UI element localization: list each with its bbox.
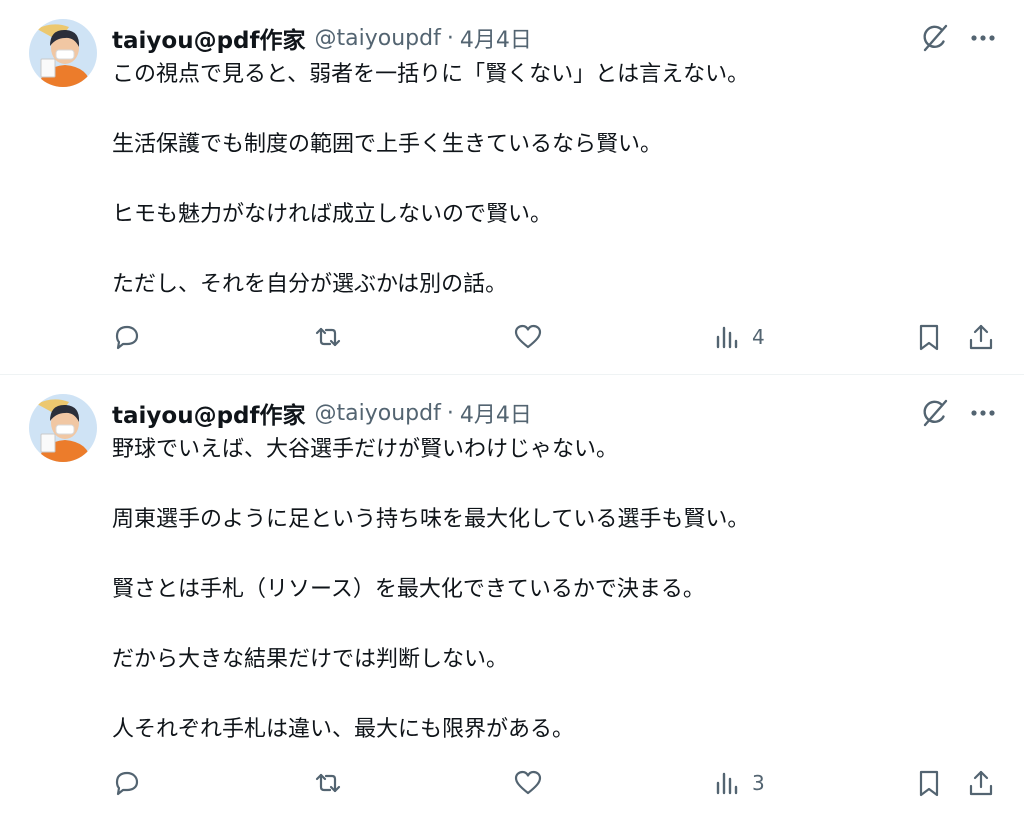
- bookmark-button[interactable]: [913, 766, 945, 800]
- tweet-line: 人それぞれ手札は違い、最大にも限界がある。: [112, 717, 575, 742]
- bookmark-icon: [919, 770, 939, 797]
- more-icon[interactable]: [966, 397, 1000, 429]
- share-icon: [969, 770, 993, 796]
- tweet-line: 野球でいえば、大谷選手だけが賢いわけじゃない。: [112, 437, 619, 462]
- bookmark-button[interactable]: [913, 320, 945, 354]
- repost-button[interactable]: [311, 320, 345, 354]
- avatar[interactable]: [29, 394, 97, 462]
- tweet-text: 野球でいえば、大谷選手だけが賢いわけじゃない。 周東選手のように足という持ち味を…: [112, 432, 992, 747]
- share-icon: [969, 324, 993, 350]
- views-button[interactable]: 4: [714, 320, 765, 354]
- tweet[interactable]: taiyou@pdf作家 @taiyoupdf · 4月4日 野球でいえば、大谷…: [0, 375, 1024, 825]
- tweet-line-blank: [112, 232, 992, 267]
- tweet-line: だから大きな結果だけでは判断しない。: [112, 647, 509, 672]
- tweet-line: ヒモも魅力がなければ成立しないので賢い。: [112, 202, 553, 227]
- tweet-line: 賢さとは手札（リソース）を最大化できているかで決まる。: [112, 577, 705, 602]
- like-icon: [514, 770, 542, 795]
- repost-button[interactable]: [311, 766, 345, 800]
- post-date[interactable]: 4月4日: [460, 397, 532, 429]
- views-icon: [716, 772, 738, 795]
- tweet-line: 周東選手のように足という持ち味を最大化している選手も賢い。: [112, 507, 750, 532]
- like-button[interactable]: [512, 766, 544, 800]
- repost-icon: [315, 327, 341, 347]
- tweet-line-blank: [112, 537, 992, 572]
- avatar[interactable]: [29, 19, 97, 87]
- reply-button[interactable]: [110, 766, 142, 800]
- author-name[interactable]: taiyou@pdf作家: [112, 21, 306, 55]
- tweet-line: ただし、それを自分が選ぶかは別の話。: [112, 272, 508, 297]
- more-icon[interactable]: [966, 22, 1000, 54]
- like-icon: [514, 324, 542, 349]
- tweet-line-blank: [112, 92, 992, 127]
- reply-button[interactable]: [110, 320, 142, 354]
- grok-icon[interactable]: [919, 22, 951, 54]
- tweet-line: 生活保護でも制度の範囲で上手く生きているなら賢い。: [112, 132, 663, 157]
- bookmark-icon: [919, 324, 939, 351]
- share-button[interactable]: [965, 320, 997, 354]
- tweet-line-blank: [112, 162, 992, 197]
- reply-icon: [115, 771, 139, 796]
- share-button[interactable]: [965, 766, 997, 800]
- views-icon: [716, 326, 738, 349]
- views-button[interactable]: 3: [714, 766, 765, 800]
- like-button[interactable]: [512, 320, 544, 354]
- tweet-text: この視点で見ると、弱者を一括りに「賢くない」とは言えない。 生活保護でも制度の範…: [112, 57, 992, 302]
- grok-icon[interactable]: [919, 397, 951, 429]
- reply-icon: [115, 325, 139, 350]
- post-date[interactable]: 4月4日: [460, 22, 532, 54]
- repost-icon: [315, 773, 341, 793]
- tweet-line-blank: [112, 467, 992, 502]
- tweet-line: この視点で見ると、弱者を一括りに「賢くない」とは言えない。: [112, 62, 750, 87]
- views-count: 4: [752, 325, 765, 349]
- separator-dot: ·: [446, 25, 454, 51]
- tweet[interactable]: taiyou@pdf作家 @taiyoupdf · 4月4日 この視点で見ると、…: [0, 0, 1024, 375]
- author-handle[interactable]: @taiyoupdf: [315, 401, 441, 426]
- tweet-line-blank: [112, 677, 992, 712]
- separator-dot: ·: [446, 400, 454, 426]
- author-handle[interactable]: @taiyoupdf: [315, 26, 441, 51]
- views-count: 3: [752, 771, 765, 795]
- author-name[interactable]: taiyou@pdf作家: [112, 396, 306, 430]
- tweet-line-blank: [112, 607, 992, 642]
